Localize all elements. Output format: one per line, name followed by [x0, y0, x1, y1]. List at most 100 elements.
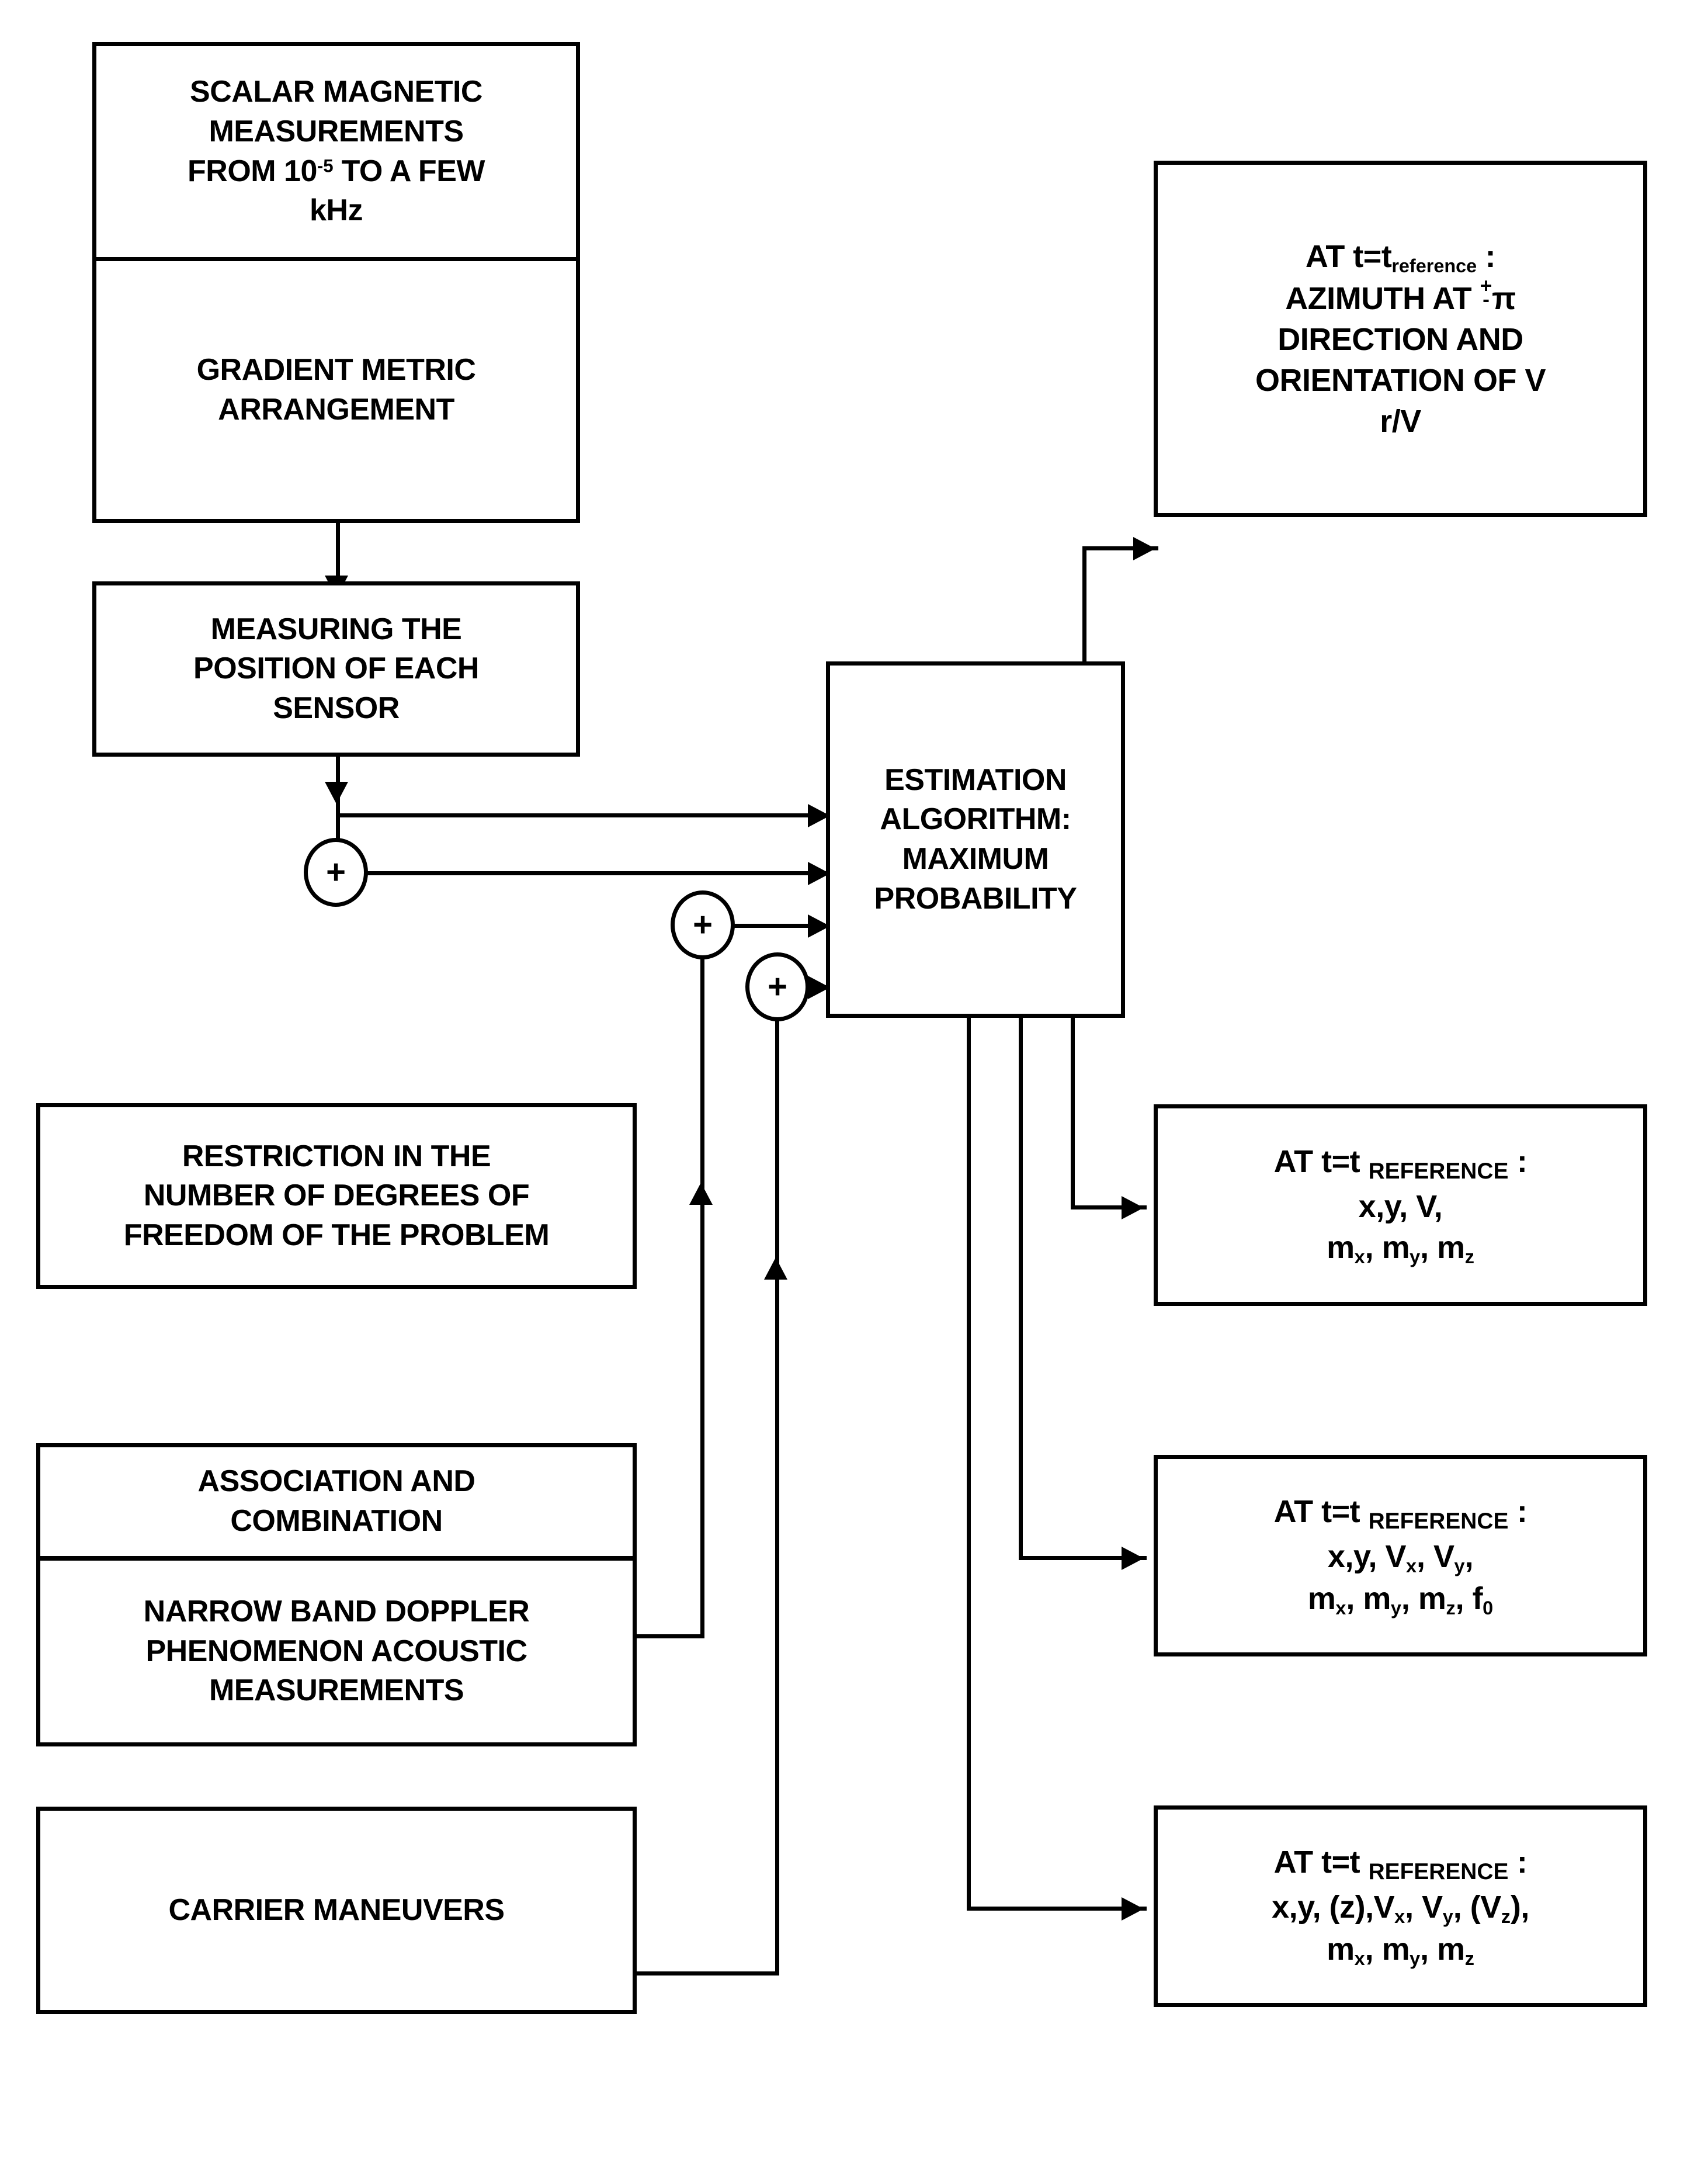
- out1-head-a: AT t=t: [1273, 1143, 1369, 1179]
- out3-sub-mz: z: [1464, 1948, 1474, 1970]
- estimation-line-1: ESTIMATION: [884, 763, 1067, 797]
- box-output-state-2: AT t=t REFERENCE : x,y, Vx, Vy, mx, my, …: [1154, 1455, 1647, 1656]
- box-measuring-position-of-each-sensor: MEASURING THE POSITION OF EACH SENSOR: [92, 581, 580, 757]
- estimation-line-2: ALGORITHM:: [880, 802, 1071, 837]
- arrowhead-carrier-riser: [764, 1257, 787, 1280]
- out3-sub-mx: x: [1354, 1948, 1365, 1970]
- out3-p6: ),: [1510, 1890, 1530, 1925]
- out1-m2: , m: [1365, 1230, 1410, 1266]
- azimuth-line-2b: π: [1491, 280, 1516, 316]
- out1-head: AT t=t REFERENCE :: [1158, 1141, 1643, 1186]
- out1-sub-x: x: [1354, 1246, 1365, 1268]
- riser-doppler-vertical: [700, 924, 704, 1638]
- summing-junction-2-label: +: [693, 906, 713, 944]
- out1-m: m: [1327, 1230, 1355, 1266]
- out2-sub-mz: z: [1446, 1597, 1456, 1619]
- out2-head-b: :: [1508, 1493, 1528, 1529]
- measuring-line-3: SENSOR: [273, 691, 400, 725]
- box-output-azimuth: AT t=treference : AZIMUTH AT + - π DIRECTI…: [1154, 161, 1647, 517]
- out2-head-sub: REFERENCE: [1368, 1508, 1509, 1534]
- out2-line-2: x,y, Vx, Vy,: [1158, 1536, 1643, 1578]
- out3-head-a: AT t=t: [1273, 1844, 1369, 1880]
- azimuth-head-a: AT t=t: [1305, 238, 1392, 274]
- measuring-line-1: MEASURING THE: [210, 612, 462, 646]
- box-output-state-1: AT t=t REFERENCE : x,y, V, mx, my, mz: [1154, 1104, 1647, 1306]
- azimuth-line-4: ORIENTATION OF V: [1255, 363, 1546, 398]
- gradient-line-2: ARRANGEMENT: [218, 392, 454, 427]
- connector-gradient-to-measuring: [336, 520, 340, 584]
- box-narrow-band-doppler-acoustic-measurements: NARROW BAND DOPPLER PHENOMENON ACOUSTIC …: [36, 1557, 637, 1746]
- connector-out3-vertical: [967, 1017, 971, 1911]
- summing-junction-1-label: +: [326, 853, 346, 891]
- azimuth-line-5: r/V: [1380, 404, 1421, 439]
- azimuth-line-2a: AZIMUTH AT: [1285, 280, 1480, 316]
- out3-head-b: :: [1508, 1844, 1528, 1880]
- arrowhead-out1: [1122, 1196, 1144, 1219]
- arrowhead-out2: [1122, 1547, 1144, 1570]
- scalar-line-4: kHz: [310, 193, 363, 228]
- out3-p0: x,y, (z),V: [1272, 1890, 1395, 1925]
- restriction-line-3: FREEDOM OF THE PROBLEM: [123, 1218, 550, 1252]
- out2-q4: , m: [1401, 1581, 1446, 1617]
- out2-sub-vy: y: [1454, 1555, 1465, 1577]
- connector-measuring-to-estimation: [336, 813, 850, 817]
- box-scalar-magnetic-measurements: SCALAR MAGNETIC MEASUREMENTS FROM 10-5 T…: [92, 42, 580, 261]
- box-estimation-algorithm: ESTIMATION ALGORITHM: MAXIMUM PROBABILIT…: [826, 661, 1125, 1018]
- arrowhead-out3: [1122, 1897, 1144, 1921]
- box-carrier-maneuvers: CARRIER MANEUVERS: [36, 1807, 637, 2014]
- box-association-and-combination: ASSOCIATION AND COMBINATION: [36, 1443, 637, 1560]
- doppler-line-1: NARROW BAND DOPPLER: [143, 1595, 530, 1629]
- connector-carrier-to-riser: [637, 1971, 779, 1975]
- azimuth-head-sub: reference: [1391, 255, 1477, 276]
- out2-q0: m: [1307, 1581, 1336, 1617]
- out1-sub-y: y: [1410, 1246, 1421, 1268]
- association-line-1: ASSOCIATION AND: [197, 1464, 475, 1499]
- out2-p2: , V: [1417, 1539, 1454, 1575]
- out2-p4: ,: [1464, 1539, 1474, 1575]
- out1-line-2: x,y, V,: [1358, 1189, 1443, 1225]
- doppler-line-3: MEASUREMENTS: [209, 1673, 464, 1708]
- out2-line-3: mx, my, mz, f0: [1158, 1578, 1643, 1620]
- scalar-line-3a: FROM 10: [188, 154, 317, 188]
- carrier-line-1: CARRIER MANEUVERS: [168, 1893, 505, 1927]
- out2-head-a: AT t=t: [1273, 1493, 1369, 1529]
- out2-head: AT t=t REFERENCE :: [1158, 1491, 1643, 1536]
- out1-line-3: mx, my, mz: [1158, 1227, 1643, 1269]
- box-output-state-3: AT t=t REFERENCE : x,y, (z),Vx, Vy, (Vz)…: [1154, 1805, 1647, 2007]
- association-line-2: COMBINATION: [230, 1504, 443, 1538]
- out2-q6: , f: [1455, 1581, 1483, 1617]
- scalar-line-3b: TO A FEW: [333, 154, 485, 188]
- connector-estimation-up: [1082, 546, 1086, 663]
- connector-sum1-to-estimation: [366, 871, 850, 875]
- out2-sub-vx: x: [1406, 1555, 1417, 1577]
- restriction-line-2: NUMBER OF DEGREES OF: [143, 1179, 530, 1213]
- restriction-line-1: RESTRICTION IN THE: [182, 1139, 491, 1173]
- plus-minus-sign: + -: [1480, 275, 1492, 309]
- scalar-exponent: -5: [317, 155, 334, 176]
- out3-line-3: mx, my, mz: [1158, 1929, 1643, 1971]
- scalar-line-2: MEASUREMENTS: [209, 114, 464, 148]
- riser-carrier-vertical: [775, 976, 779, 1975]
- connector-doppler-to-riser: [637, 1634, 704, 1638]
- out3-head-sub: REFERENCE: [1368, 1859, 1509, 1884]
- out3-q0: m: [1327, 1932, 1355, 1967]
- out2-p0: x,y, V: [1327, 1539, 1407, 1575]
- out3-line-2: x,y, (z),Vx, Vy, (Vz),: [1158, 1887, 1643, 1929]
- out3-p4: , (V: [1453, 1890, 1502, 1925]
- out2-sub-mx: x: [1335, 1597, 1346, 1619]
- connector-out3-horizontal: [967, 1907, 1147, 1911]
- out3-head: AT t=t REFERENCE :: [1158, 1842, 1643, 1887]
- scalar-line-3: FROM 10-5 TO A FEW: [96, 152, 576, 192]
- azimuth-line-3: DIRECTION AND: [1277, 321, 1523, 357]
- connector-out1-vertical: [1071, 1017, 1075, 1209]
- out2-q2: , m: [1346, 1581, 1391, 1617]
- summing-junction-3-label: +: [768, 968, 787, 1006]
- arrowhead-estimation-to-azimuth: [1133, 537, 1155, 560]
- out3-sub-vz: z: [1501, 1906, 1511, 1928]
- out3-p2: , V: [1405, 1890, 1443, 1925]
- out1-head-b: :: [1508, 1143, 1528, 1179]
- measuring-line-2: POSITION OF EACH: [193, 651, 479, 686]
- estimation-line-3: MAXIMUM: [902, 842, 1049, 876]
- out1-m3: , m: [1420, 1230, 1465, 1266]
- out3-q2: , m: [1365, 1932, 1410, 1967]
